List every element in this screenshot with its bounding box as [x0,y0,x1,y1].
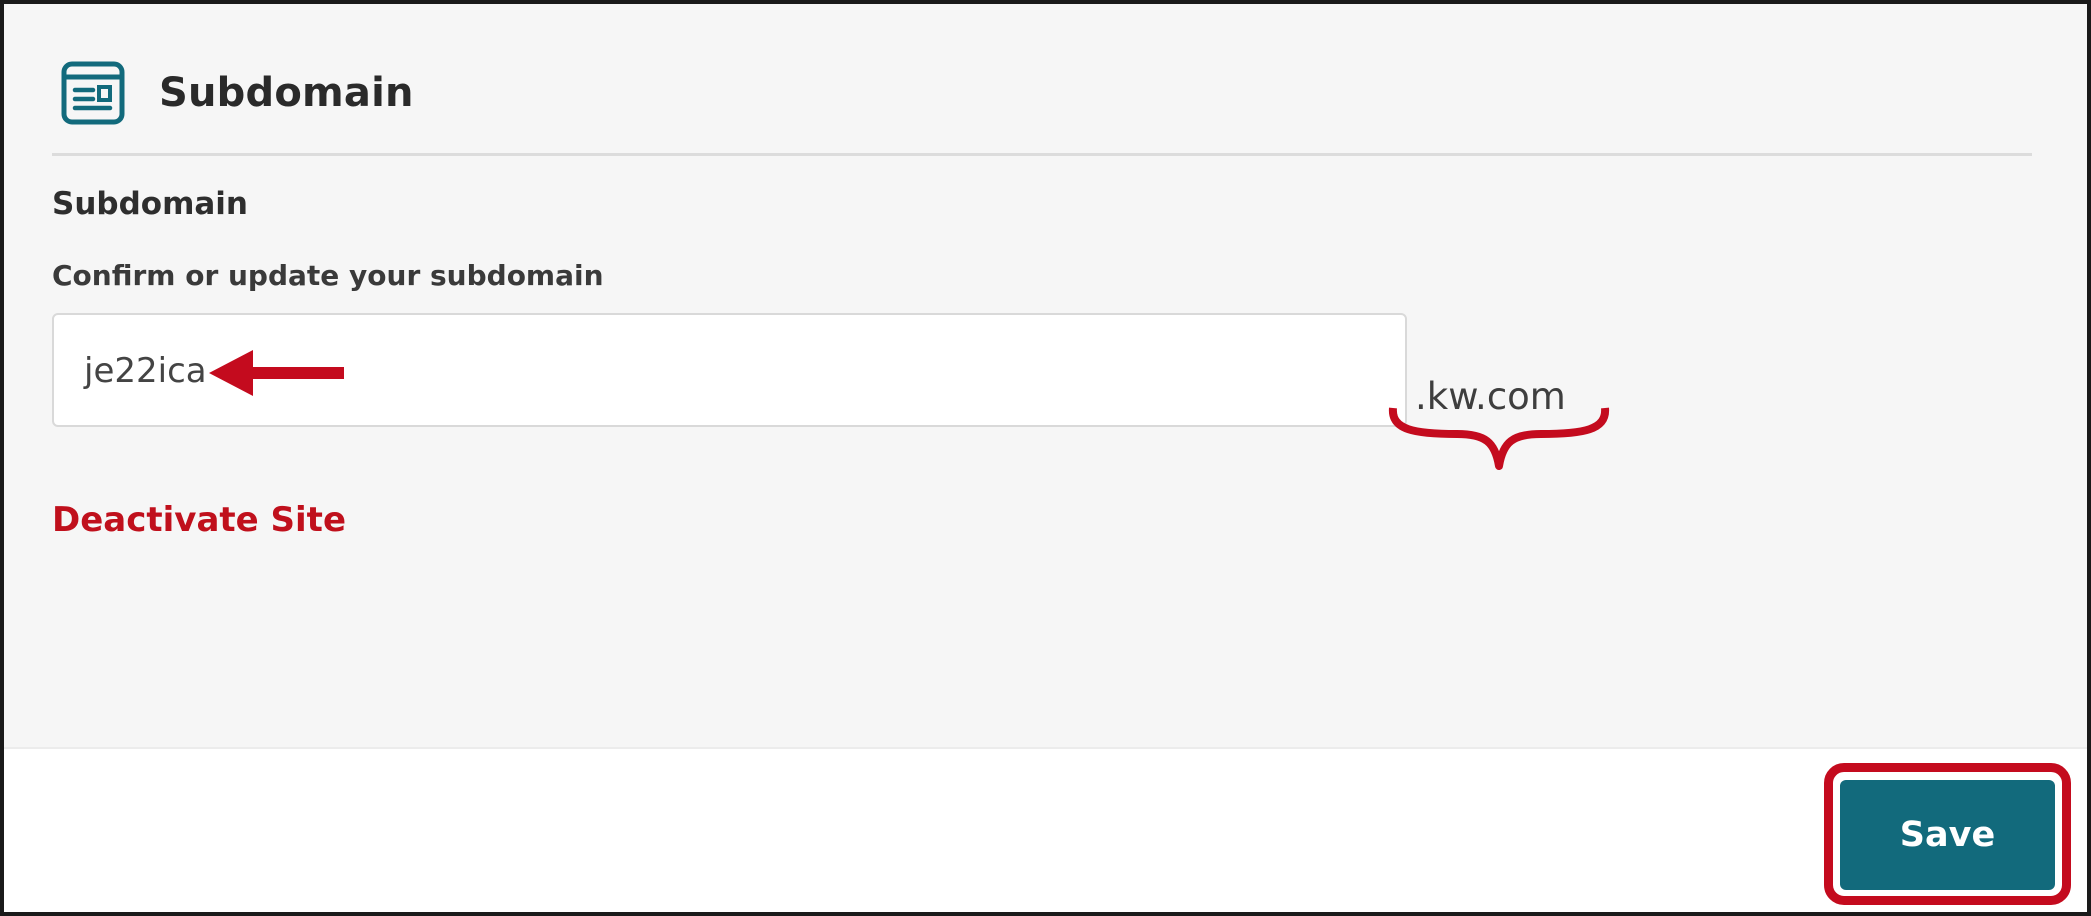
field-label: Confirm or update your subdomain [52,259,604,292]
curly-brace-icon [1388,407,1610,470]
save-button[interactable]: Save [1840,780,2055,890]
field-title: Subdomain [52,186,248,222]
deactivate-site-link[interactable]: Deactivate Site [52,500,346,540]
web-page-icon [61,61,125,125]
settings-panel: Subdomain Subdomain Confirm or update yo… [4,4,2087,749]
arrow-left-icon [209,350,344,396]
section-title: Subdomain [159,70,414,116]
section-header: Subdomain [61,61,414,125]
section-divider [52,153,2032,156]
screenshot-frame: Subdomain Subdomain Confirm or update yo… [0,0,2091,916]
subdomain-input-value[interactable]: je22ica [84,351,207,391]
